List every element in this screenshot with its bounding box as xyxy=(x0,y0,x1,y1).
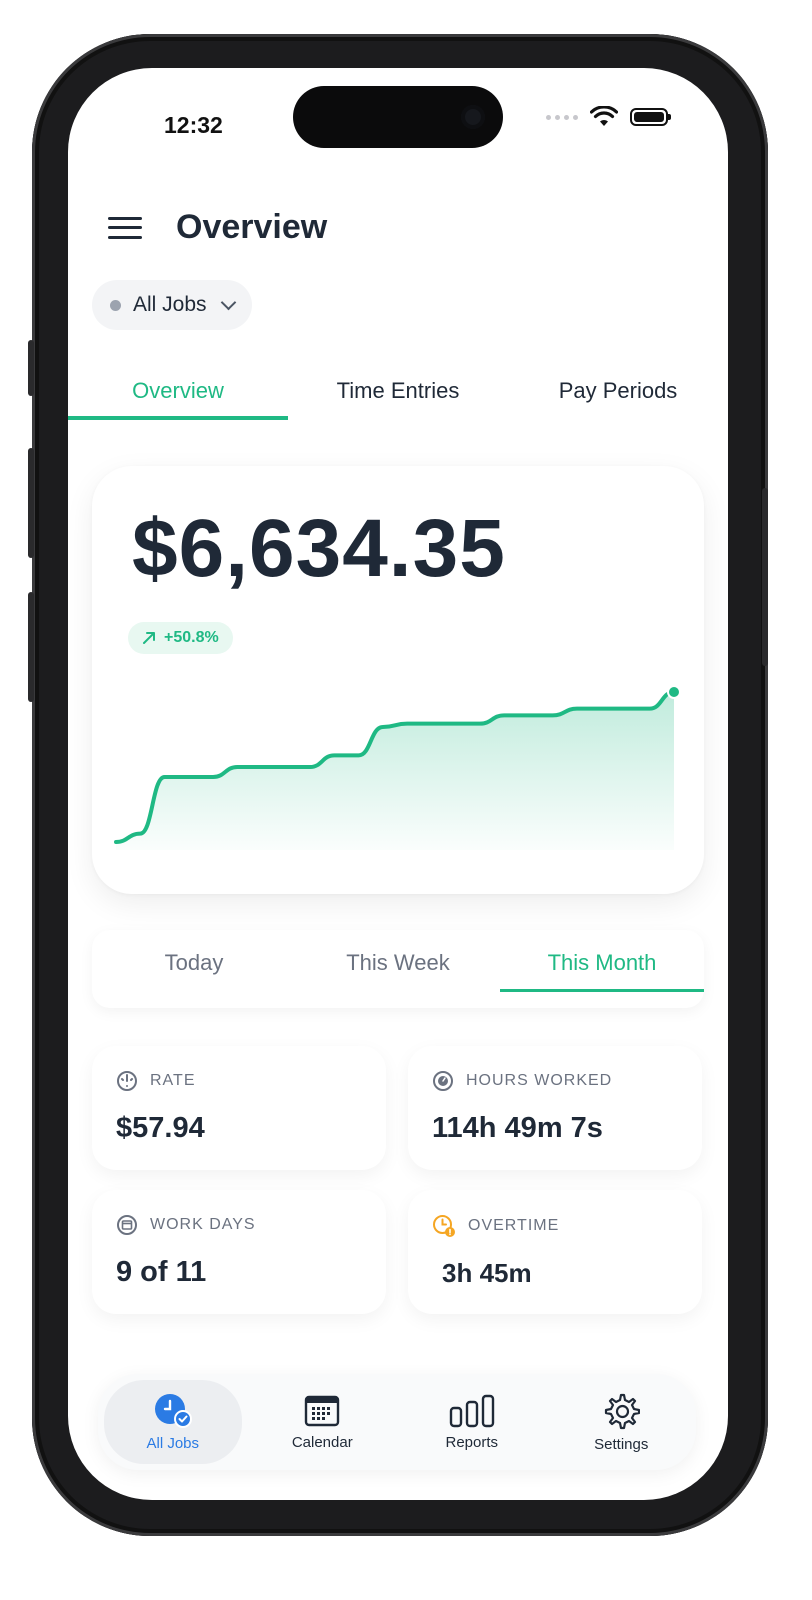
volume-up-button xyxy=(28,448,34,558)
period-today[interactable]: Today xyxy=(92,930,296,1008)
stat-overtime-label: OVERTIME xyxy=(468,1217,560,1234)
dynamic-island xyxy=(293,86,503,148)
trend-up-icon xyxy=(143,632,155,644)
job-filter-dropdown[interactable]: All Jobs xyxy=(92,280,252,330)
stat-work-days-label: WORK DAYS xyxy=(150,1216,256,1233)
job-filter-label: All Jobs xyxy=(133,293,207,316)
earnings-chart xyxy=(114,685,681,850)
period-this-month[interactable]: This Month xyxy=(500,930,704,1008)
nav-all-jobs-label: All Jobs xyxy=(146,1434,200,1452)
tab-pay-periods[interactable]: Pay Periods xyxy=(508,364,728,420)
nav-reports[interactable]: Reports xyxy=(403,1380,541,1464)
earnings-card: $6,634.35 +50.8% xyxy=(92,466,704,894)
menu-icon[interactable] xyxy=(108,216,142,239)
gear-icon xyxy=(605,1393,641,1429)
clock-check-icon xyxy=(154,1393,192,1428)
clock-icon xyxy=(433,1071,453,1091)
chevron-down-icon xyxy=(220,294,236,311)
overtime-clock-icon xyxy=(433,1215,455,1237)
gauge-icon xyxy=(117,1071,137,1091)
stat-hours-label: HOURS WORKED xyxy=(466,1072,613,1089)
job-color-dot xyxy=(110,299,121,311)
stat-hours-value: 114h 49m 7s xyxy=(432,1112,603,1144)
battery-icon xyxy=(630,108,671,126)
nav-reports-label: Reports xyxy=(445,1433,499,1451)
volume-down-button xyxy=(28,592,34,702)
wifi-icon xyxy=(590,106,618,126)
chart-end-point xyxy=(667,685,681,699)
stat-hours-worked: HOURS WORKED 114h 49m 7s xyxy=(408,1046,702,1170)
stat-overtime: OVERTIME 3h 45m xyxy=(408,1190,702,1314)
calendar-small-icon xyxy=(117,1215,137,1235)
page-title: Overview xyxy=(176,208,328,246)
change-value: +50.8% xyxy=(164,629,219,646)
nav-all-jobs[interactable]: All Jobs xyxy=(104,1380,242,1464)
signal-dots-icon xyxy=(546,114,578,120)
tab-time-entries[interactable]: Time Entries xyxy=(288,364,508,420)
period-this-week[interactable]: This Week xyxy=(296,930,500,1008)
power-button xyxy=(762,488,768,666)
calendar-icon xyxy=(305,1395,340,1426)
bottom-navigation: All Jobs Calendar Reports Settings xyxy=(98,1374,696,1470)
action-button xyxy=(28,340,34,396)
nav-calendar-label: Calendar xyxy=(291,1433,353,1451)
stat-rate-value: $57.94 xyxy=(116,1112,205,1144)
stat-overtime-value: 3h 45m xyxy=(442,1258,532,1288)
section-tabs: Overview Time Entries Pay Periods xyxy=(68,364,728,420)
stat-work-days: WORK DAYS 9 of 11 xyxy=(92,1190,386,1314)
stat-rate-label: RATE xyxy=(150,1072,196,1089)
page-header: Overview xyxy=(108,208,327,247)
camera-icon xyxy=(461,105,485,129)
period-selector: Today This Week This Month xyxy=(92,930,704,1008)
tab-overview[interactable]: Overview xyxy=(68,364,288,420)
stat-rate: RATE $57.94 xyxy=(92,1046,386,1170)
nav-settings-label: Settings xyxy=(594,1435,649,1453)
change-badge: +50.8% xyxy=(128,622,233,654)
chart-area-fill xyxy=(116,692,674,850)
nav-calendar[interactable]: Calendar xyxy=(254,1380,392,1464)
stat-work-days-value: 9 of 11 xyxy=(116,1256,207,1288)
bar-chart-icon xyxy=(449,1394,494,1427)
nav-settings[interactable]: Settings xyxy=(553,1380,691,1464)
status-indicators xyxy=(546,106,671,128)
earnings-amount: $6,634.35 xyxy=(132,503,506,594)
status-time: 12:32 xyxy=(164,112,223,138)
app-screen: 12:32 Overview All Jobs Overview Time En… xyxy=(68,68,728,1500)
